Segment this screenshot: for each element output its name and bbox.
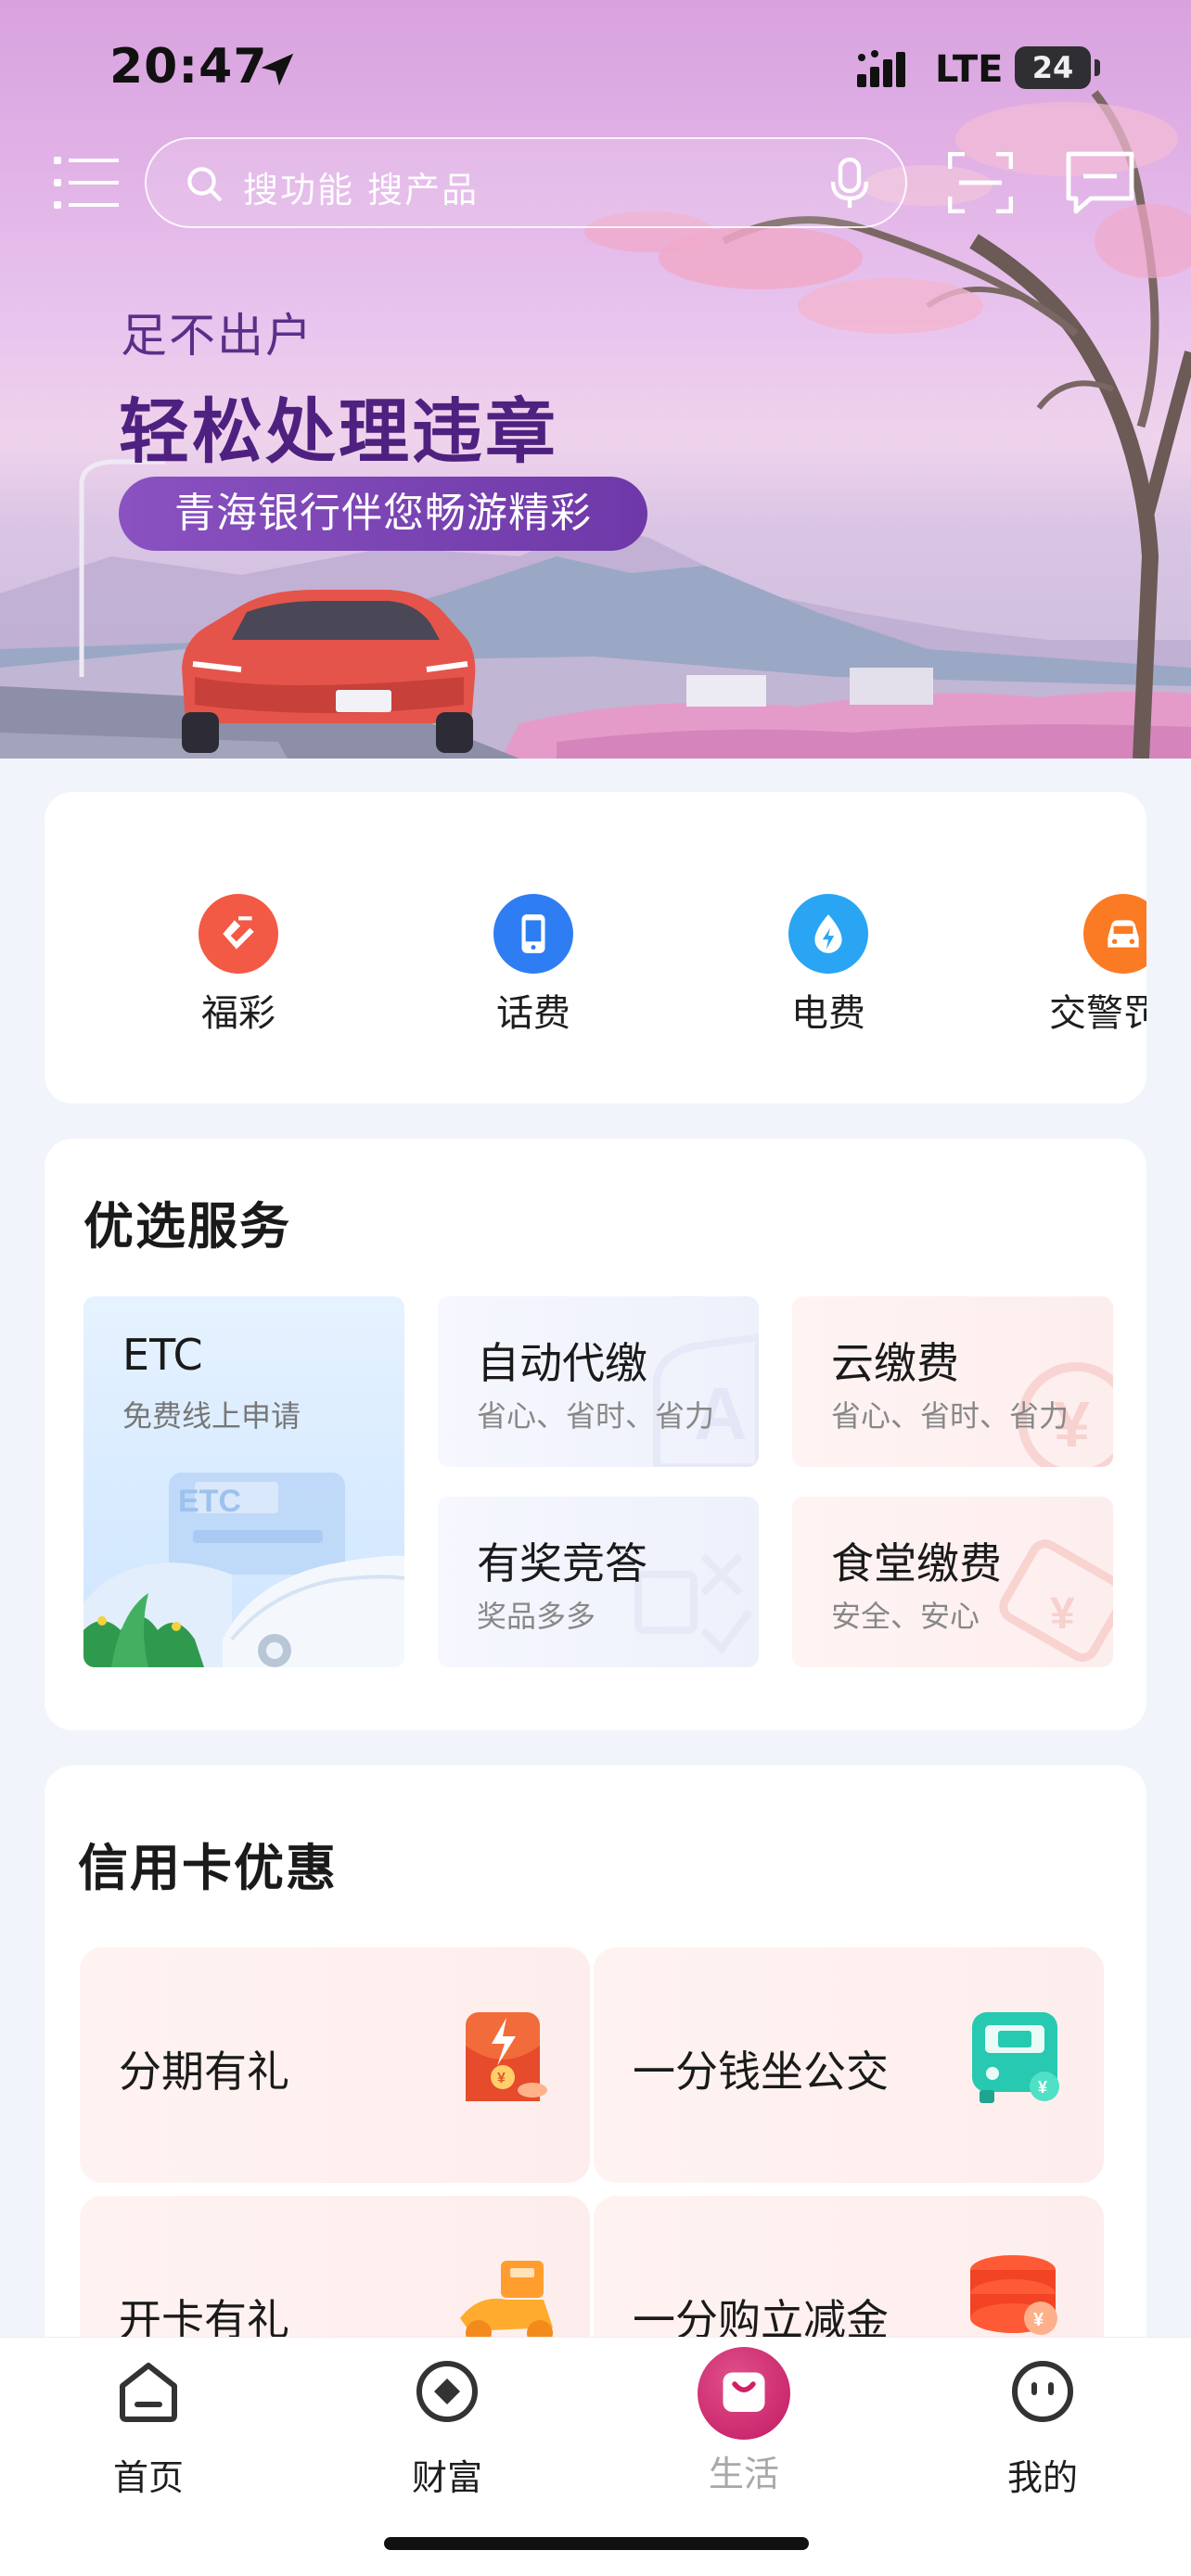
banner-title: 轻松处理违章 — [119, 390, 558, 473]
quick-action-label: 话费 — [496, 992, 570, 1035]
search-icon — [187, 167, 222, 201]
status-time: 20:47 — [109, 39, 268, 95]
cloud-pay-tile[interactable]: ¥ 云缴费 省心、省时、省力 — [792, 1296, 1113, 1467]
offer-title: 一分钱坐公交 — [633, 2047, 889, 2097]
etc-card-car-illustration: ETC — [83, 1473, 404, 1667]
section-title: 优选服务 — [83, 1197, 291, 1256]
service-subtitle: 奖品多多 — [477, 1599, 596, 1634]
bus-icon: ¥ — [972, 2012, 1059, 2103]
quick-actions-card: 福彩 话费 电费 交警罚没 — [45, 792, 1146, 1103]
auto-pay-tile[interactable]: A 自动代缴 省心、省时、省力 — [438, 1296, 759, 1467]
quick-action-label: 电费 — [791, 992, 865, 1035]
etc-subtitle: 免费线上申请 — [122, 1398, 301, 1434]
tab-home[interactable]: 首页 — [56, 2354, 241, 2500]
quick-action-phone-bill[interactable]: 话费 — [417, 894, 649, 1037]
scan-icon[interactable] — [948, 152, 1013, 213]
tab-label: 首页 — [112, 2457, 184, 2498]
battery-level: 24 — [1031, 50, 1074, 85]
service-title: 云缴费 — [831, 1338, 959, 1388]
home-icon — [120, 2363, 177, 2422]
tab-wealth[interactable]: 财富 — [354, 2354, 540, 2500]
svg-text:¥: ¥ — [497, 2071, 506, 2086]
battery-tip — [1095, 59, 1100, 76]
menu-icon[interactable] — [54, 153, 119, 212]
quick-action-lottery[interactable]: 福彩 — [122, 894, 354, 1037]
shopping-bag-icon — [698, 2347, 790, 2440]
etc-service-tile[interactable]: ETC 免费线上申请 ETC — [83, 1296, 404, 1667]
home-indicator — [384, 2537, 809, 2550]
banner-pill[interactable]: 青海银行伴您畅游精彩 — [119, 477, 647, 551]
signal-strength-icon — [857, 50, 905, 87]
quiz-tile[interactable]: 有奖竞答 奖品多多 — [438, 1497, 759, 1667]
phone-bill-icon — [493, 894, 573, 974]
wealth-diamond-icon — [416, 2361, 478, 2422]
lottery-icon — [198, 894, 278, 974]
quick-action-electricity[interactable]: 电费 — [712, 894, 944, 1037]
etc-title: ETC — [122, 1330, 203, 1380]
microphone-icon[interactable] — [831, 158, 868, 210]
section-title: 信用卡优惠 — [78, 1839, 338, 1897]
tab-mine[interactable]: 我的 — [950, 2354, 1135, 2500]
quick-action-label: 福彩 — [201, 992, 275, 1035]
message-icon[interactable] — [1065, 150, 1135, 215]
svg-text:¥: ¥ — [1038, 2078, 1047, 2097]
tab-label: 我的 — [1006, 2457, 1078, 2498]
tab-label: 生活 — [708, 2454, 779, 2494]
penny-bus-ride-tile[interactable]: 一分钱坐公交 ¥ — [594, 1947, 1104, 2183]
service-title: 有奖竞答 — [477, 1538, 647, 1588]
credit-card-offers-card: 信用卡优惠 分期有礼 ¥ 一分钱坐公交 ¥ 开卡有礼 一分购立减金 ¥ — [45, 1766, 1146, 2415]
search-bar[interactable]: 搜功能 搜产品 — [145, 137, 907, 228]
banner-subtitle: 足不出户 — [121, 309, 314, 363]
service-title: 食堂缴费 — [831, 1538, 1002, 1588]
quick-action-label: 交警罚没 — [1049, 992, 1146, 1035]
featured-services-card: 优选服务 ETC 免费线上申请 ETC A 自动代缴 省心、省时、省力 ¥ 云缴… — [45, 1139, 1146, 1730]
canteen-pay-tile[interactable]: ¥ 食堂缴费 安全、安心 — [792, 1497, 1113, 1667]
service-title: 自动代缴 — [477, 1338, 647, 1388]
service-subtitle: 安全、安心 — [831, 1599, 980, 1634]
service-subtitle: 省心、省时、省力 — [831, 1398, 1069, 1434]
service-subtitle: 省心、省时、省力 — [477, 1398, 715, 1434]
profile-face-icon — [1012, 2361, 1073, 2422]
tab-label: 财富 — [411, 2457, 482, 2498]
search-placeholder: 搜功能 搜产品 — [243, 170, 480, 210]
battery-icon: 24 — [1015, 46, 1091, 89]
svg-text:¥: ¥ — [1050, 1589, 1075, 1639]
location-arrow-icon — [261, 53, 294, 86]
tab-life[interactable]: 生活 — [651, 2347, 837, 2496]
offer-title: 分期有礼 — [119, 2047, 289, 2097]
svg-text:ETC: ETC — [178, 1484, 241, 1519]
red-envelope-icon: ¥ — [466, 2012, 547, 2101]
quick-action-traffic-fine[interactable]: 交警罚没 — [1007, 894, 1146, 1037]
svg-text:¥: ¥ — [1033, 2310, 1044, 2330]
hero-banner[interactable]: 20:47 LTE 24 搜功能 搜产品 足不出户 轻松处理违章 青海银行伴您畅… — [0, 0, 1191, 759]
electricity-icon — [788, 894, 868, 974]
traffic-police-car-icon — [1083, 894, 1146, 974]
installment-gift-tile[interactable]: 分期有礼 ¥ — [80, 1947, 590, 2183]
network-type: LTE — [935, 48, 1004, 91]
